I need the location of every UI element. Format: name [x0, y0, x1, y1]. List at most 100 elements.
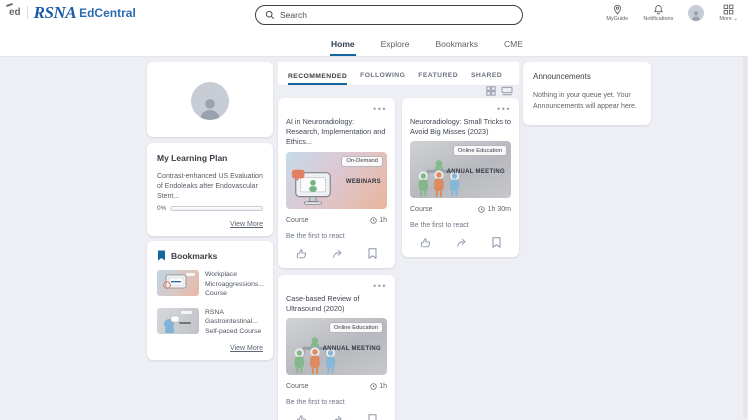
left-sidebar: My Learning Plan Contrast-enhanced US Ev… [147, 62, 273, 361]
ed-logo[interactable]: ed [5, 2, 21, 18]
course-duration: 1h 30m [478, 206, 511, 213]
search-input[interactable] [280, 10, 513, 20]
bookmarks-card: Bookmarks Workplace Microaggressions... … [147, 241, 273, 361]
program-label: WEBINARS [345, 179, 381, 186]
profile-avatar[interactable] [191, 82, 229, 120]
notifications-button[interactable]: Notifications [643, 4, 673, 22]
feed-tab-recommended[interactable]: RECOMMENDED [288, 73, 348, 85]
format-badge: Online Education [452, 145, 507, 157]
course-thumbnail[interactable]: Online Education ANNUAL MEETING [410, 141, 511, 199]
progress-percent: 0% [157, 205, 167, 213]
more-label: More ⌄ [719, 16, 738, 22]
person-icon [691, 11, 701, 21]
location-pin-icon [613, 4, 621, 15]
react-prompt: Be the first to react [410, 222, 469, 230]
bookmark-item-subtitle: Course [205, 290, 227, 298]
share-button[interactable] [332, 414, 343, 420]
react-prompt: Be the first to react [286, 399, 345, 407]
course-thumbnail[interactable]: Online Education ANNUAL MEETING [286, 318, 387, 376]
ed-logo-text: ed [9, 7, 21, 18]
clock-icon [370, 216, 377, 224]
announcements-empty-text: Nothing in your queue yet. Your Announce… [533, 92, 637, 110]
course-meta: Course 1h [286, 217, 387, 224]
learning-plan-progress: 0% [157, 205, 263, 212]
grid-view-icon[interactable] [486, 86, 496, 96]
feed-tab-shared[interactable]: SHARED [471, 72, 502, 85]
bookmarks-view-more-link[interactable]: View More [157, 345, 263, 352]
course-card-grid: ••• AI in Neuroradiology: Research, Impl… [278, 98, 519, 420]
bookmark-item[interactable]: RSNA Gastrointestinal... Self-paced Cour… [157, 307, 263, 337]
react-prompt: Be the first to react [286, 232, 345, 240]
bookmark-button[interactable] [368, 247, 377, 259]
feed-tabs: RECOMMENDED FOLLOWING FEATURED SHARED [278, 62, 519, 86]
course-card[interactable]: ••• Case-based Review of Ultrasound (202… [278, 274, 395, 420]
course-card[interactable]: ••• Neuroradiology: Small Tricks to Avoi… [402, 98, 519, 258]
bookmark-thumbnail [157, 307, 199, 334]
course-type: Course [286, 383, 309, 391]
course-title[interactable]: AI in Neuroradiology: Research, Implemen… [286, 117, 387, 148]
bookmark-item[interactable]: Workplace Microaggressions... Course [157, 270, 264, 299]
announcements-card: Announcements Nothing in your queue yet.… [523, 62, 651, 125]
bell-icon [653, 5, 663, 15]
card-overflow-menu-icon[interactable]: ••• [286, 281, 387, 290]
bookmark-thumbnail [157, 270, 199, 297]
feed-tab-featured[interactable]: FEATURED [418, 72, 458, 85]
nav-tab-home[interactable]: Home [330, 39, 356, 56]
annual-meeting-illustration [294, 337, 336, 374]
program-label: ANNUAL MEETING [322, 345, 381, 352]
list-view-icon[interactable] [501, 86, 513, 96]
course-title[interactable]: Neuroradiology: Small Tricks to Avoid Bi… [410, 117, 511, 137]
announcements-title: Announcements [533, 72, 591, 81]
learning-plan-card: My Learning Plan Contrast-enhanced US Ev… [147, 143, 273, 237]
nav-tab-cme[interactable]: CME [503, 39, 524, 56]
primary-nav: Home Explore Bookmarks CME [0, 31, 748, 57]
webinar-illustration [291, 169, 331, 205]
search-icon [265, 10, 275, 20]
more-menu-button[interactable]: More ⌄ [719, 4, 738, 22]
like-button[interactable] [420, 237, 431, 248]
course-meta: Course 1h [286, 383, 387, 390]
rsna-logo[interactable]: RSNA [34, 4, 77, 21]
user-avatar[interactable] [688, 5, 705, 21]
share-button[interactable] [456, 237, 467, 248]
bookmark-button[interactable] [492, 237, 501, 249]
search-bar[interactable] [255, 5, 523, 25]
profile-card[interactable] [147, 62, 273, 137]
brand-divider [26, 6, 28, 19]
course-type: Course [286, 216, 309, 224]
clock-icon [478, 206, 485, 214]
learning-plan-view-more-link[interactable]: View More [157, 221, 263, 228]
progress-bar [170, 206, 263, 212]
apps-grid-icon [723, 4, 734, 15]
bookmark-item-text: RSNA Gastrointestinal... Self-paced Cour… [205, 308, 263, 337]
bookmark-item-title: Workplace Microaggressions... [205, 271, 264, 288]
nav-tab-bookmarks[interactable]: Bookmarks [434, 39, 479, 56]
course-type: Course [410, 206, 433, 214]
top-actions: MyGuide Notifications More ⌄ [606, 4, 738, 22]
like-button[interactable] [296, 248, 307, 259]
scrollbar[interactable] [743, 57, 747, 418]
feed-tab-following[interactable]: FOLLOWING [360, 72, 405, 85]
clock-icon [370, 383, 377, 390]
like-button[interactable] [296, 414, 307, 420]
course-duration: 1h [370, 217, 387, 224]
card-actions [410, 237, 511, 249]
card-actions [286, 414, 387, 420]
course-card[interactable]: ••• AI in Neuroradiology: Research, Impl… [278, 98, 395, 268]
share-button[interactable] [332, 248, 343, 259]
learning-plan-item-title[interactable]: Contrast-enhanced US Evaluation of Endol… [157, 172, 263, 201]
course-thumbnail[interactable]: On-Demand WEBINARS [286, 151, 387, 209]
myguide-button[interactable]: MyGuide [606, 4, 628, 22]
edcentral-logo-text: EdCentral [79, 5, 136, 20]
bookmark-item-subtitle: Self-paced Course [205, 327, 262, 335]
format-badge: On-Demand [341, 155, 383, 167]
card-overflow-menu-icon[interactable]: ••• [286, 105, 387, 114]
nav-tab-explore[interactable]: Explore [380, 39, 411, 56]
course-title[interactable]: Case-based Review of Ultrasound (2020) [286, 294, 387, 314]
bookmark-button[interactable] [368, 414, 377, 420]
format-badge: Online Education [328, 322, 383, 334]
course-mini-illustration [164, 310, 192, 333]
card-overflow-menu-icon[interactable]: ••• [410, 105, 511, 114]
course-meta: Course 1h 30m [410, 206, 511, 213]
learning-plan-title: My Learning Plan [157, 153, 228, 163]
